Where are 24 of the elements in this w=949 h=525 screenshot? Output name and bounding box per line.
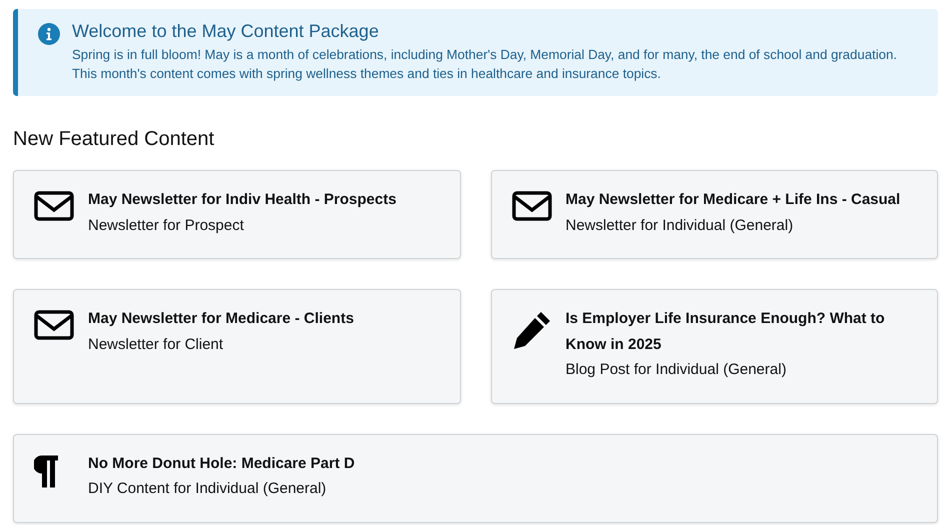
section-title: New Featured Content xyxy=(13,127,216,152)
envelope-icon xyxy=(512,191,552,222)
envelope-icon xyxy=(34,191,74,222)
card-title: May Newsletter for Indiv Health - Prospects xyxy=(88,190,396,210)
envelope-icon xyxy=(34,310,74,340)
card-subtitle: Newsletter for Prospect xyxy=(88,216,245,236)
content-card[interactable]: No More Donut Hole: Medicare Part D DIY Content for Individual (General) xyxy=(13,434,938,523)
card-title: Is Employer Life Insurance Enough? What to Know in 2025 xyxy=(566,309,886,355)
paragraph-icon xyxy=(34,454,58,488)
info-icon xyxy=(38,23,60,45)
card-subtitle: Newsletter for Individual (General) xyxy=(566,216,794,236)
card-title: May Newsletter for Medicare + Life Ins - Casual xyxy=(566,190,900,210)
alert-text: Spring is in full bloom! May is a month of celebrations, including Mother's Day, Memorial Day, and for many, the end of school and graduation. This month's content comes with spring wellness themes and ties in healthcare and insurance topics. xyxy=(72,46,898,84)
card-subtitle: DIY Content for Individual (General) xyxy=(88,479,328,500)
card-title: May Newsletter for Medicare - Clients xyxy=(88,309,354,330)
content-card[interactable]: May Newsletter for Medicare + Life Ins - Casual Newsletter for Individual (General) xyxy=(490,170,938,260)
content-card[interactable]: May Newsletter for Medicare - Clients Newsletter for Client xyxy=(13,289,460,404)
card-subtitle: Newsletter for Client xyxy=(88,334,224,355)
card-title: No More Donut Hole: Medicare Part D xyxy=(88,454,355,474)
content-card[interactable]: May Newsletter for Indiv Health - Prospects Newsletter for Prospect xyxy=(13,170,460,260)
pencil-icon xyxy=(512,310,552,350)
card-subtitle: Blog Post for Individual (General) xyxy=(566,360,788,380)
content-card[interactable]: Is Employer Life Insurance Enough? What to Know in 2025 Blog Post for Individual (General) xyxy=(490,289,938,404)
alert-title: Welcome to the May Content Package xyxy=(72,21,380,43)
